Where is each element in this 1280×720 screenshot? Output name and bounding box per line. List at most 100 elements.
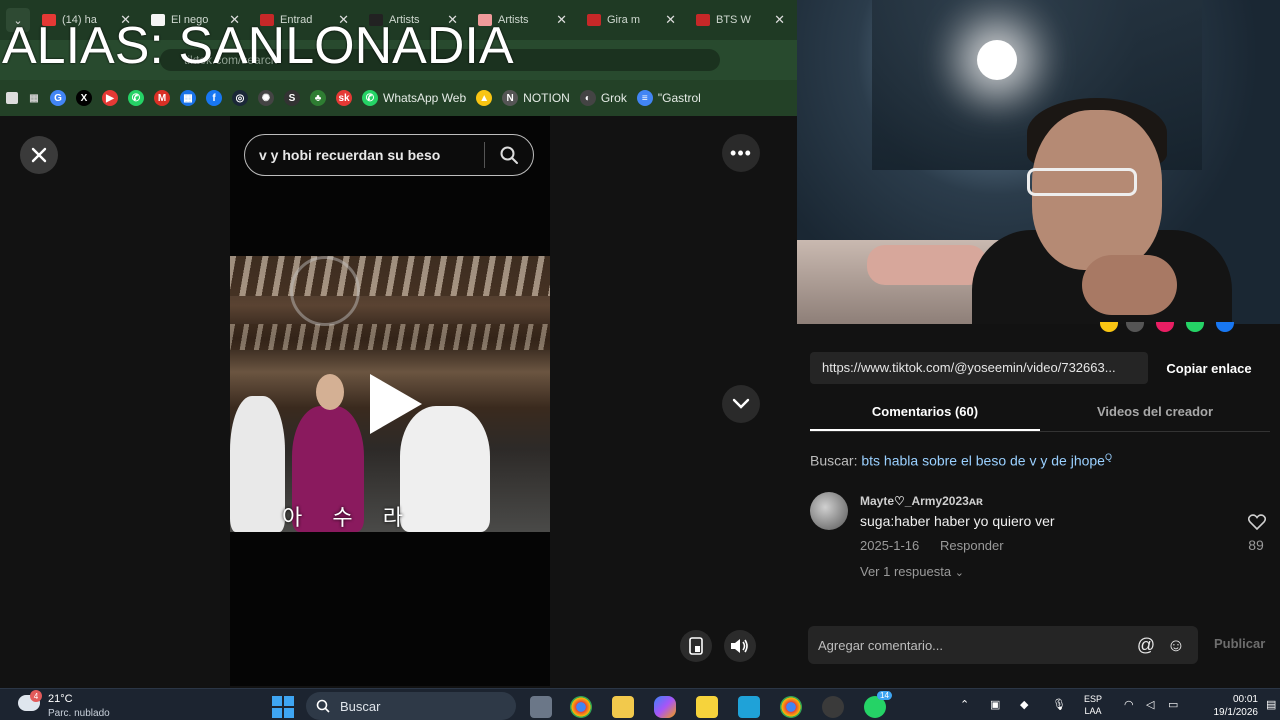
whatsapp-icon: ✆ — [362, 90, 378, 106]
comment-date: 2025-1-16 — [860, 538, 920, 553]
close-button[interactable] — [20, 136, 58, 174]
microphone-icon[interactable]: 🎙︎ — [1052, 698, 1066, 711]
bookmark-item[interactable]: ▲ — [476, 90, 493, 106]
video-search-input[interactable]: v y hobi recuerdan su beso — [245, 147, 484, 163]
mention-icon[interactable]: @ — [1134, 633, 1158, 657]
avatar[interactable] — [810, 492, 848, 530]
tray-app-icon[interactable]: ▣ — [990, 698, 1000, 711]
x-icon: X — [76, 90, 92, 106]
search-icon — [316, 699, 330, 713]
sk-icon: sk — [336, 90, 352, 106]
keyboard-layout: LAA — [1084, 706, 1102, 716]
search-icon[interactable] — [485, 145, 533, 165]
comment-input[interactable]: Agregar comentario... @ ☺ — [808, 626, 1198, 664]
emoji-icon[interactable]: ☺ — [1164, 633, 1188, 657]
related-search-query[interactable]: bts habla sobre el beso de v y de jhope — [861, 453, 1105, 469]
shield-icon[interactable]: ◆ — [1020, 698, 1028, 711]
close-icon — [31, 147, 47, 163]
bookmark-item[interactable]: G — [50, 90, 66, 106]
s-icon: S — [284, 90, 300, 106]
share-icon[interactable] — [1126, 322, 1144, 332]
browser-tab[interactable]: BTS W ✕ — [688, 5, 793, 35]
bookmark-item[interactable]: S — [284, 90, 300, 106]
speaker-icon[interactable]: ◁ — [1146, 698, 1154, 711]
task-view-icon[interactable] — [530, 696, 552, 718]
bookmark-item[interactable]: N NOTION — [502, 90, 570, 106]
steam-icon: ◎ — [232, 90, 248, 106]
more-options-button[interactable]: ••• — [722, 134, 760, 172]
bookmark-item[interactable]: ✺ — [258, 90, 274, 106]
bookmark-item[interactable]: ◐ Grok — [579, 90, 627, 106]
video-search-bar[interactable]: v y hobi recuerdan su beso — [244, 134, 534, 176]
emoji-icon[interactable] — [1100, 322, 1118, 332]
cam-person-glasses — [1027, 168, 1137, 196]
related-search-label: Buscar: — [810, 452, 858, 469]
tab-comments[interactable]: Comentarios (60) — [810, 396, 1040, 431]
facebook-icon[interactable] — [1216, 322, 1234, 332]
view-replies-button[interactable]: Ver 1 respuesta ⌄ — [860, 564, 964, 579]
related-search[interactable]: Buscar: bts habla sobre el beso de v y d… — [810, 452, 1112, 469]
bookmark-item[interactable]: ◎ — [232, 90, 248, 106]
pinterest-icon[interactable] — [1156, 322, 1174, 332]
bookmark-item[interactable]: M — [154, 90, 170, 106]
notification-icon[interactable]: ▤ — [1266, 698, 1276, 711]
copilot-icon[interactable] — [654, 696, 676, 718]
notion-icon: N — [502, 90, 519, 106]
battery-icon[interactable]: ▭ — [1168, 698, 1178, 711]
bookmark-item[interactable]: ✆ WhatsApp Web — [362, 90, 466, 106]
taskbar-search[interactable]: Buscar — [306, 692, 516, 720]
volume-icon — [731, 639, 748, 653]
capcut-icon[interactable] — [738, 696, 760, 718]
clock-time: 00:01 — [1232, 694, 1258, 705]
cam-pillow — [867, 245, 987, 285]
clock[interactable]: 00:01 19/1/2026 — [1202, 693, 1259, 719]
video-subtitle: 아 수 라 — [282, 505, 415, 530]
bookmark-item[interactable]: ▦ — [180, 90, 196, 106]
reply-button[interactable]: Responder — [940, 538, 1004, 553]
comment-username[interactable]: Mayte♡_Army2023ᴀʀ — [860, 494, 983, 508]
bookmarks-menu-icon[interactable] — [6, 92, 18, 104]
bookmark-item[interactable]: sk — [336, 90, 352, 106]
chrome-icon[interactable] — [570, 696, 592, 718]
close-tab-icon[interactable]: ✕ — [774, 12, 785, 28]
video-frame[interactable]: 아 수 라 — [230, 256, 550, 532]
apps-grid-icon[interactable]: ▦ — [26, 90, 42, 106]
video-scene-roof — [230, 256, 550, 296]
bookmark-item[interactable]: X — [76, 90, 92, 106]
share-icons-strip — [800, 322, 1280, 332]
whatsapp-icon[interactable] — [1186, 322, 1204, 332]
close-tab-icon[interactable]: ✕ — [665, 12, 676, 28]
bookmark-item[interactable]: ≡ "Gastrol — [636, 90, 701, 106]
share-link-row: https://www.tiktok.com/@yoseemin/video/7… — [810, 352, 1270, 384]
browser-tab[interactable]: Gira m ✕ — [579, 5, 684, 35]
copy-link-button[interactable]: Copiar enlace — [1148, 361, 1270, 376]
bookmark-item[interactable]: f — [206, 90, 222, 106]
wifi-icon[interactable]: ◠ — [1124, 698, 1134, 711]
bookmark-item[interactable]: ✆ — [128, 90, 144, 106]
volume-button[interactable] — [724, 630, 756, 662]
comment-placeholder: Agregar comentario... — [818, 637, 944, 653]
weather-widget[interactable]: 4 21°C Parc. nublado — [18, 690, 158, 719]
next-video-button[interactable] — [722, 385, 760, 423]
sticky-notes-icon[interactable] — [696, 696, 718, 718]
video-person-head — [316, 374, 344, 410]
bookmark-item[interactable]: ♣ — [310, 90, 326, 106]
loading-spinner — [290, 256, 360, 326]
like-button[interactable] — [1246, 514, 1268, 535]
cam-person-hand — [1082, 255, 1177, 315]
picture-in-picture-button[interactable] — [680, 630, 712, 662]
windows-start-icon[interactable] — [272, 696, 294, 718]
docs-icon: ≡ — [636, 90, 653, 106]
close-tab-icon[interactable]: ✕ — [556, 12, 567, 28]
play-icon[interactable] — [370, 374, 422, 434]
language-indicator[interactable]: ESP LAA — [1084, 693, 1102, 717]
video-link-field[interactable]: https://www.tiktok.com/@yoseemin/video/7… — [810, 352, 1148, 384]
publish-button[interactable]: Publicar — [1214, 636, 1265, 651]
bookmark-item[interactable]: ▶ — [102, 90, 118, 106]
obs-icon[interactable] — [822, 696, 844, 718]
tab-creator-videos[interactable]: Videos del creador — [1040, 396, 1270, 431]
chrome-icon[interactable] — [780, 696, 802, 718]
chevron-up-icon[interactable]: ⌃ — [960, 698, 969, 711]
bookmarks-bar: ▦ G X ▶ ✆ M ▦ f ◎ ✺ S ♣ sk ✆ WhatsApp Web ▲ N NOTION ◐ Gro… — [0, 80, 800, 116]
file-explorer-icon[interactable] — [612, 696, 634, 718]
